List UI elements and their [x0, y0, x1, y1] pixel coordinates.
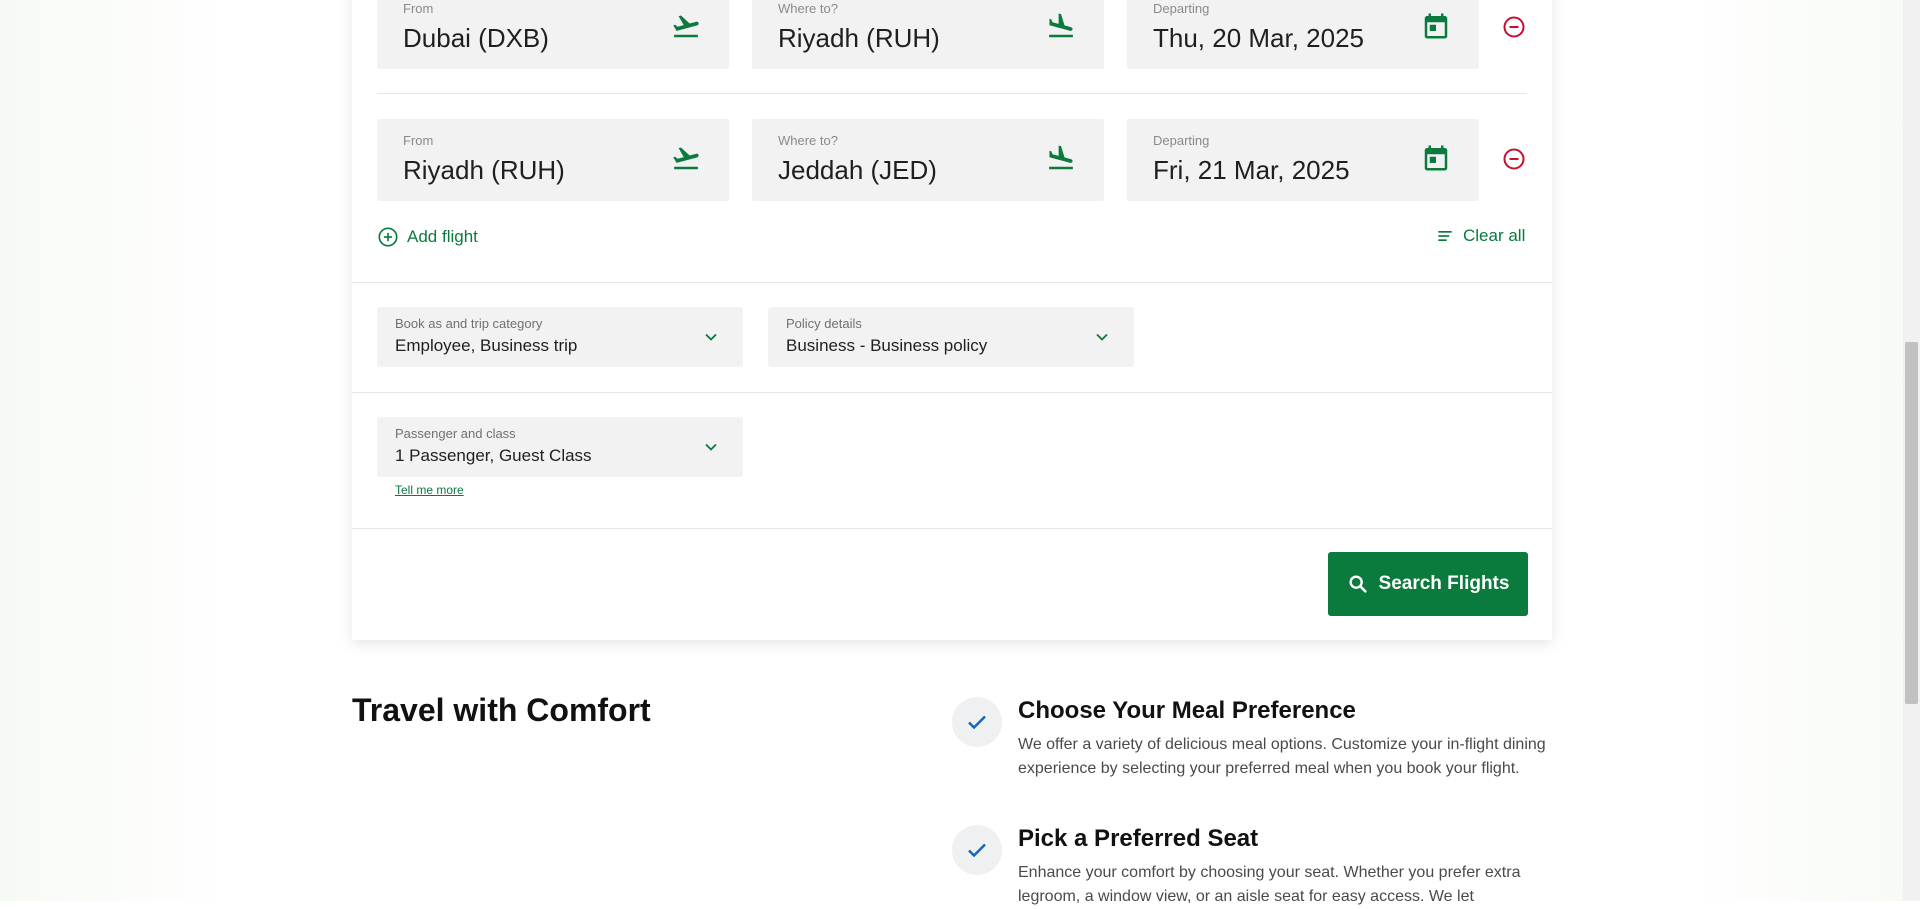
from-field-1[interactable]: From Dubai (DXB) — [377, 0, 729, 69]
calendar-icon — [1424, 145, 1448, 171]
policy-details-value: Business - Business policy — [786, 336, 988, 355]
departing-date-field-2[interactable]: Departing Fri, 21 Mar, 2025 — [1127, 119, 1479, 201]
feature-preferred-seat: Pick a Preferred Seat Enhance your comfo… — [952, 825, 1552, 905]
tell-me-more-link[interactable]: Tell me more — [395, 483, 464, 497]
section-divider — [352, 282, 1552, 283]
add-flight-button[interactable]: Add flight — [377, 226, 478, 248]
passenger-class-dropdown[interactable]: Passenger and class 1 Passenger, Guest C… — [377, 417, 743, 477]
search-flights-button[interactable]: Search Flights — [1328, 552, 1528, 616]
departing-date-field-1[interactable]: Departing Thu, 20 Mar, 2025 — [1127, 0, 1479, 69]
to-field-1[interactable]: Where to? Riyadh (RUH) — [752, 0, 1104, 69]
feature-meal-preference: Choose Your Meal Preference We offer a v… — [952, 697, 1552, 807]
feature-description: We offer a variety of delicious meal opt… — [1018, 736, 1546, 777]
plus-circle-icon — [378, 227, 398, 247]
scrollbar-thumb[interactable] — [1905, 342, 1918, 704]
chevron-down-icon — [1096, 333, 1108, 341]
plane-takeoff-icon — [673, 147, 699, 170]
section-divider — [352, 392, 1552, 393]
from-field-2[interactable]: From Riyadh (RUH) — [377, 119, 729, 201]
clear-all-button[interactable]: Clear all — [1435, 226, 1525, 246]
add-flight-label: Add flight — [407, 227, 478, 246]
feature-title: Pick a Preferred Seat — [1018, 825, 1259, 852]
trip-category-label: Book as and trip category — [395, 316, 543, 331]
chevron-down-icon — [705, 443, 717, 451]
trip-category-dropdown[interactable]: Book as and trip category Employee, Busi… — [377, 307, 743, 367]
travel-comfort-title: Travel with Comfort — [352, 692, 651, 728]
departing-label: Departing — [1153, 1, 1210, 16]
clear-lines-icon — [1438, 231, 1452, 241]
section-divider — [352, 528, 1552, 529]
trip-category-value: Employee, Business trip — [395, 336, 578, 355]
search-flights-label: Search Flights — [1378, 573, 1510, 594]
from-label: From — [403, 1, 434, 16]
passenger-class-label: Passenger and class — [395, 426, 516, 441]
checkmark-icon — [952, 825, 1002, 875]
policy-details-dropdown[interactable]: Policy details Business - Business polic… — [768, 307, 1134, 367]
feature-title: Choose Your Meal Preference — [1018, 697, 1356, 724]
from-value: Riyadh (RUH) — [403, 155, 565, 185]
from-label: From — [403, 133, 434, 148]
departing-value: Fri, 21 Mar, 2025 — [1153, 155, 1350, 185]
chevron-down-icon — [705, 333, 717, 341]
departing-label: Departing — [1153, 133, 1210, 148]
remove-flight-2-button[interactable] — [1502, 147, 1526, 171]
remove-flight-1-button[interactable] — [1502, 15, 1526, 39]
flight-divider — [377, 93, 1527, 94]
plane-landing-icon — [1049, 145, 1073, 170]
to-label: Where to? — [778, 133, 838, 148]
plane-takeoff-icon — [673, 15, 699, 38]
to-label: Where to? — [778, 1, 838, 16]
clear-all-label: Clear all — [1463, 226, 1526, 245]
calendar-icon — [1424, 13, 1448, 39]
page-scrollbar[interactable] — [1903, 0, 1920, 901]
checkmark-icon — [952, 697, 1002, 747]
to-field-2[interactable]: Where to? Jeddah (JED) — [752, 119, 1104, 201]
to-value: Riyadh (RUH) — [778, 23, 940, 53]
feature-description: Enhance your comfort by choosing your se… — [1018, 864, 1521, 905]
search-icon — [1349, 575, 1367, 593]
policy-details-label: Policy details — [786, 316, 862, 331]
flight-search-card: From Dubai (DXB) Where to? Riyadh (RUH) … — [352, 0, 1552, 640]
passenger-class-value: 1 Passenger, Guest Class — [395, 446, 592, 465]
from-value: Dubai (DXB) — [403, 23, 549, 53]
plane-landing-icon — [1049, 13, 1073, 38]
departing-value: Thu, 20 Mar, 2025 — [1153, 23, 1365, 53]
to-value: Jeddah (JED) — [778, 155, 937, 185]
